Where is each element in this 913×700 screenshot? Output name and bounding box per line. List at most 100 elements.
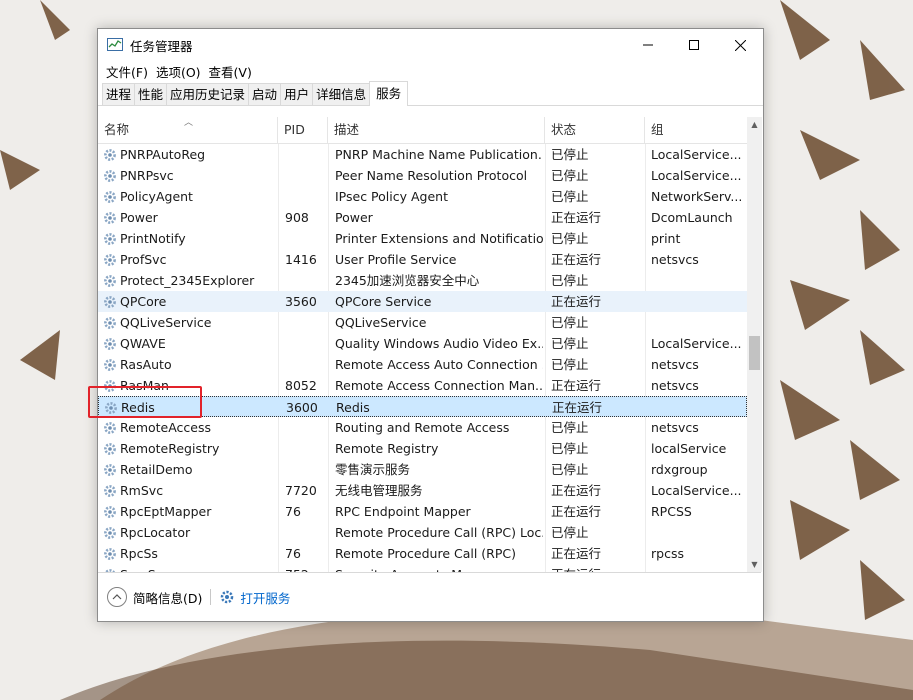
service-row[interactable]: RpcLocator Remote Procedure Call (RPC) Lo… (98, 522, 747, 543)
service-row[interactable]: RetailDemo 零售演示服务 已停止 rdxgroup (98, 459, 747, 480)
service-row[interactable]: PrintNotify Printer Extensions and Notifi… (98, 228, 747, 249)
service-row[interactable]: PNRPsvc Peer Name Resolution Protocol 已停止 L… (98, 165, 747, 186)
service-status: 正在运行 (551, 294, 602, 309)
service-status: 已停止 (551, 336, 589, 351)
tab-performance[interactable]: 性能 (134, 83, 168, 105)
service-row[interactable]: Protect_2345Explorer 2345加速浏览器安全中心 已停止 (98, 270, 747, 291)
service-gear-icon (103, 253, 117, 267)
service-name: RetailDemo (120, 462, 193, 477)
service-gear-icon (103, 169, 117, 183)
service-description: Printer Extensions and Notificatio... (335, 231, 543, 246)
service-description: PNRP Machine Name Publication... (335, 147, 543, 162)
service-group: DcomLaunch (651, 210, 733, 225)
maximize-button[interactable] (671, 29, 717, 61)
service-row[interactable]: RpcEptMapper 76 RPC Endpoint Mapper 正在运行 RPC… (98, 501, 747, 522)
service-name: PNRPsvc (120, 168, 174, 183)
service-row[interactable]: RmSvc 7720 无线电管理服务 正在运行 LocalService... (98, 480, 747, 501)
service-row[interactable]: QWAVE Quality Windows Audio Video Ex... 已停… (98, 333, 747, 354)
service-name-cell: Protect_2345Explorer (103, 270, 373, 291)
service-group: netsvcs (651, 252, 699, 267)
service-row[interactable]: QQLiveService QQLiveService 已停止 (98, 312, 747, 333)
service-row[interactable]: RemoteRegistry Remote Registry 已停止 localSer… (98, 438, 747, 459)
service-description: Redis (336, 400, 370, 415)
service-description: RPC Endpoint Mapper (335, 504, 471, 519)
service-row[interactable]: PNRPAutoReg PNRP Machine Name Publication… (98, 144, 747, 165)
service-gear-icon (103, 211, 117, 225)
tab-services[interactable]: 服务 (369, 81, 409, 106)
title-bar[interactable]: 任务管理器 (98, 29, 763, 61)
service-group (651, 564, 743, 572)
tab-processes[interactable]: 进程 (102, 83, 136, 105)
service-group (651, 312, 743, 333)
service-gear-icon (103, 421, 117, 435)
service-group (651, 270, 743, 291)
service-pid: 3600 (286, 400, 318, 415)
service-name: QQLiveService (120, 315, 212, 330)
service-name-cell: RpcEptMapper (103, 501, 373, 522)
service-group: LocalService... (651, 147, 742, 162)
service-status: 已停止 (551, 231, 589, 246)
service-pid (285, 333, 325, 354)
service-status: 已停止 (551, 168, 589, 183)
service-row[interactable]: ProfSvc 1416 User Profile Service 正在运行 netsv… (98, 249, 747, 270)
menu-options[interactable]: 选项(O) (152, 62, 205, 81)
service-group: LocalService... (651, 336, 742, 351)
vertical-scrollbar[interactable]: ▲ ▼ (747, 117, 762, 572)
minimize-button[interactable] (625, 29, 671, 61)
scroll-up-icon[interactable]: ▲ (747, 117, 762, 132)
service-row[interactable]: RpcSs 76 Remote Procedure Call (RPC) 正在运行 rp… (98, 543, 747, 564)
close-icon (734, 39, 746, 51)
service-gear-icon (103, 337, 117, 351)
service-description: Remote Access Auto Connection ... (335, 357, 543, 372)
tab-startup[interactable]: 启动 (248, 83, 282, 105)
tab-app-history[interactable]: 应用历史记录 (166, 83, 250, 105)
divider (210, 589, 212, 605)
column-header-pid[interactable]: PID (278, 117, 328, 143)
service-name-cell: PNRPAutoReg (103, 144, 373, 165)
service-row[interactable]: QPCore 3560 QPCore Service 正在运行 (98, 291, 747, 312)
tab-users[interactable]: 用户 (280, 83, 314, 105)
close-button[interactable] (717, 29, 763, 61)
service-group: rdxgroup (651, 462, 708, 477)
scroll-down-icon[interactable]: ▼ (747, 557, 762, 572)
service-row[interactable]: SamSs 752 Security Accounts Manager 正在运行 (98, 564, 747, 572)
service-row[interactable]: RasAuto Remote Access Auto Connection ...… (98, 354, 747, 375)
service-status: 正在运行 (551, 378, 602, 393)
service-row[interactable]: Power 908 Power 正在运行 DcomLaunch (98, 207, 747, 228)
service-name-cell: Power (103, 207, 373, 228)
service-pid (285, 354, 325, 375)
column-header-status[interactable]: 状态 (545, 117, 645, 143)
service-name-cell: RetailDemo (103, 459, 373, 480)
column-header-description[interactable]: 描述 (328, 117, 545, 143)
service-description: QPCore Service (335, 294, 432, 309)
service-pid (285, 417, 325, 438)
service-row[interactable]: PolicyAgent IPsec Policy Agent 已停止 NetworkS… (98, 186, 747, 207)
column-header-name[interactable]: 名称 ︿ (98, 117, 278, 143)
annotation-highlight-box (88, 386, 202, 418)
tab-strip: 进程 性能 应用历史记录 启动 用户 详细信息 服务 (98, 81, 763, 106)
service-row[interactable]: RemoteAccess Routing and Remote Access 已停止… (98, 417, 747, 438)
services-table: 名称 ︿ PID 描述 状态 组 PNRPAutoReg PNRP Machine … (98, 117, 747, 572)
service-gear-icon (103, 442, 117, 456)
service-pid (285, 438, 325, 459)
fewer-details-button[interactable]: 简略信息(D) (107, 587, 202, 607)
menu-file[interactable]: 文件(F) (102, 62, 152, 81)
fewer-details-label: 简略信息(D) (133, 590, 203, 606)
table-body: PNRPAutoReg PNRP Machine Name Publication… (98, 144, 747, 572)
open-services-link[interactable]: 打开服务 (219, 588, 290, 607)
service-group: netsvcs (651, 420, 699, 435)
service-name-cell: QWAVE (103, 333, 373, 354)
service-gear-icon (103, 505, 117, 519)
service-description: IPsec Policy Agent (335, 189, 448, 204)
service-name-cell: RmSvc (103, 480, 373, 501)
sort-ascending-icon: ︿ (184, 118, 194, 128)
column-header-group[interactable]: 组 (645, 117, 747, 143)
service-pid (285, 144, 325, 165)
menu-view[interactable]: 查看(V) (205, 62, 256, 81)
service-gear-icon (103, 148, 117, 162)
service-gear-icon (103, 295, 117, 309)
open-services-label: 打开服务 (240, 590, 291, 606)
scrollbar-thumb[interactable] (749, 336, 760, 370)
service-pid: 8052 (285, 378, 317, 393)
tab-details[interactable]: 详细信息 (312, 83, 371, 105)
